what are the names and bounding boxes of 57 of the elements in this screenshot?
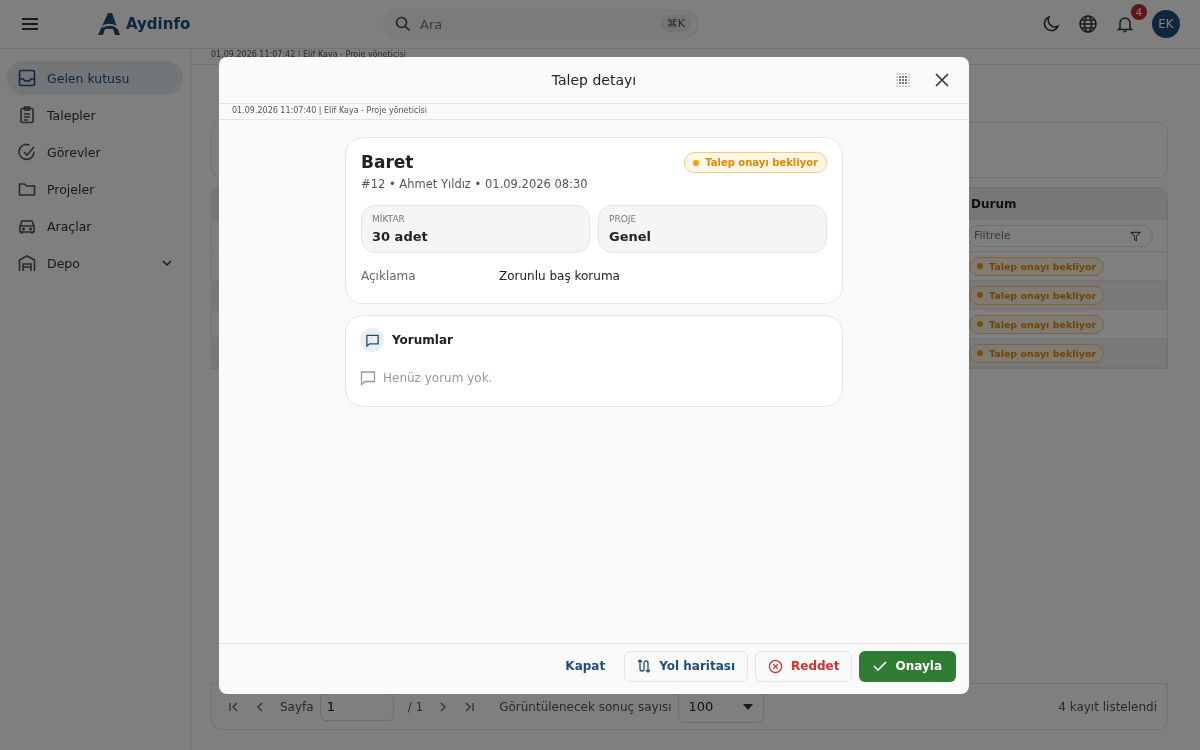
sidebar-item[interactable]: Depo <box>7 246 183 280</box>
last-page-icon[interactable] <box>463 700 476 713</box>
status-badge: Talep onayı bekliyor <box>969 285 1105 305</box>
dialog-subtitle: 01.09.2026 11:07:40 | Elif Kaya - Proje yöneticisi <box>219 104 969 120</box>
close-button[interactable]: Kapat <box>553 650 618 682</box>
checkmark-icon <box>873 659 888 673</box>
inbox-icon <box>17 68 37 88</box>
comment-icon <box>360 370 376 386</box>
sidebar-item[interactable]: Talepler <box>7 98 183 132</box>
status-badge: Talep onayı bekliyor <box>969 343 1105 363</box>
page-total: / 1 <box>407 699 424 714</box>
page-size-label: Görüntülenecek sonuç sayısı <box>499 699 672 714</box>
logo-icon <box>96 11 122 37</box>
comment-icon <box>360 328 384 352</box>
item-meta: #12 • Ahmet Yıldız • 01.09.2026 08:30 <box>361 177 588 191</box>
field-label: MİKTAR <box>372 214 406 224</box>
sidebar-item[interactable]: Görevler <box>7 135 183 169</box>
status-badge: Talep onayı bekliyor <box>969 314 1105 334</box>
bell-icon[interactable] <box>1115 14 1135 34</box>
filter-field[interactable]: Filtrele <box>967 224 1153 247</box>
filter-icon[interactable] <box>1130 230 1141 242</box>
dialog-title: Talep detayı <box>551 72 637 88</box>
close-icon[interactable] <box>935 73 949 87</box>
search-icon <box>395 16 411 32</box>
sidebar-item[interactable]: Gelen kutusu <box>7 61 183 95</box>
notification-badge: 4 <box>1131 4 1147 20</box>
record-count: 4 kayıt listelendi <box>1058 699 1157 714</box>
field-value: 30 adet <box>372 229 429 244</box>
reject-button[interactable]: Reddet <box>755 650 853 682</box>
warehouse-icon <box>17 253 37 273</box>
dot-grid-icon[interactable] <box>896 73 910 87</box>
status-badge: Talep onayı bekliyor <box>684 152 827 173</box>
description-text: Zorunlu baş koruma <box>499 269 620 283</box>
sidebar-item[interactable]: Araçlar <box>7 209 183 243</box>
item-title: Baret <box>361 152 415 172</box>
clipboard-icon <box>17 105 37 125</box>
globe-icon[interactable] <box>1078 14 1098 34</box>
caret-icon <box>742 703 753 710</box>
route-icon <box>637 659 652 673</box>
cancel-icon <box>768 658 784 674</box>
column-header[interactable]: Durum <box>967 196 1167 211</box>
logo-text: Aydinfo <box>126 15 191 33</box>
sidebar-item[interactable]: Projeler <box>7 172 183 206</box>
page-input[interactable]: 1 <box>319 692 394 721</box>
moon-icon[interactable] <box>1041 14 1061 34</box>
page-label: Sayfa <box>280 699 314 714</box>
status-badge: Talep onayı bekliyor <box>969 256 1105 276</box>
first-page-icon[interactable] <box>228 700 240 713</box>
description-label: Açıklama <box>361 269 417 283</box>
roadmap-button[interactable]: Yol haritası <box>624 650 749 682</box>
user-avatar[interactable]: EK <box>1152 10 1180 38</box>
empty-message: Henüz yorum yok. <box>383 371 493 385</box>
field-value: Genel <box>609 229 652 244</box>
approve-button[interactable]: Onayla <box>859 650 956 682</box>
check-icon <box>17 142 37 162</box>
field-label: PROJE <box>609 214 638 224</box>
comments-title: Yorumlar <box>392 333 453 347</box>
